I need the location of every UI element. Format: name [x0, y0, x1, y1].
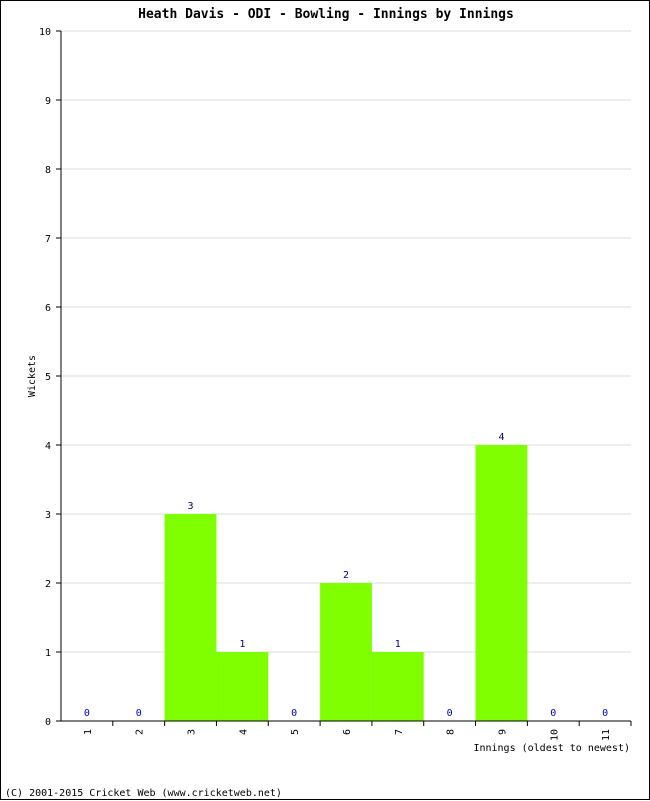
chart-title: Heath Davis - ODI - Bowling - Innings by…: [138, 7, 514, 22]
x-axis-label: Innings (oldest to newest): [473, 743, 630, 754]
x-tick-label: 6: [342, 729, 353, 735]
bar: [475, 445, 528, 721]
x-tick-label: 4: [238, 729, 249, 735]
data-label: 0: [447, 708, 453, 719]
data-label: 4: [498, 432, 504, 443]
bar: [216, 652, 269, 721]
x-tick-label: 1: [83, 729, 94, 735]
x-tick-label: 10: [549, 729, 560, 741]
bar: [320, 583, 372, 721]
data-label: 0: [602, 708, 608, 719]
y-tick-label: 10: [39, 27, 51, 38]
y-tick-label: 0: [45, 717, 51, 728]
data-label: 1: [395, 639, 401, 650]
footer-copyright: (C) 2001-2015 Cricket Web (www.cricketwe…: [5, 788, 282, 799]
bar: [371, 652, 424, 721]
data-label: 0: [84, 708, 90, 719]
data-label: 3: [188, 501, 194, 512]
y-tick-label: 1: [45, 648, 51, 659]
data-label: 1: [239, 639, 245, 650]
x-tick-label: 5: [290, 729, 301, 735]
y-tick-label: 8: [45, 165, 51, 176]
x-tick-label: 11: [601, 729, 612, 741]
bar: [164, 514, 217, 721]
y-tick-label: 3: [45, 510, 51, 521]
x-tick-label: 8: [446, 729, 457, 735]
data-label: 0: [136, 708, 142, 719]
bar-chart: Heath Davis - ODI - Bowling - Innings by…: [5, 7, 632, 799]
y-tick-label: 9: [45, 96, 51, 107]
x-tick-label: 7: [394, 729, 405, 735]
x-tick-label: 9: [497, 729, 508, 735]
data-label: 2: [343, 570, 349, 581]
x-tick-label: 3: [187, 729, 198, 735]
y-tick-label: 5: [45, 372, 51, 383]
y-tick-label: 2: [45, 579, 51, 590]
data-label: 0: [550, 708, 556, 719]
y-axis-label: Wickets: [27, 355, 38, 397]
y-tick-label: 7: [45, 234, 51, 245]
chart-frame: Heath Davis - ODI - Bowling - Innings by…: [0, 0, 650, 800]
x-tick-label: 2: [135, 729, 146, 735]
y-tick-label: 6: [45, 303, 51, 314]
y-tick-label: 4: [45, 441, 51, 452]
data-label: 0: [291, 708, 297, 719]
